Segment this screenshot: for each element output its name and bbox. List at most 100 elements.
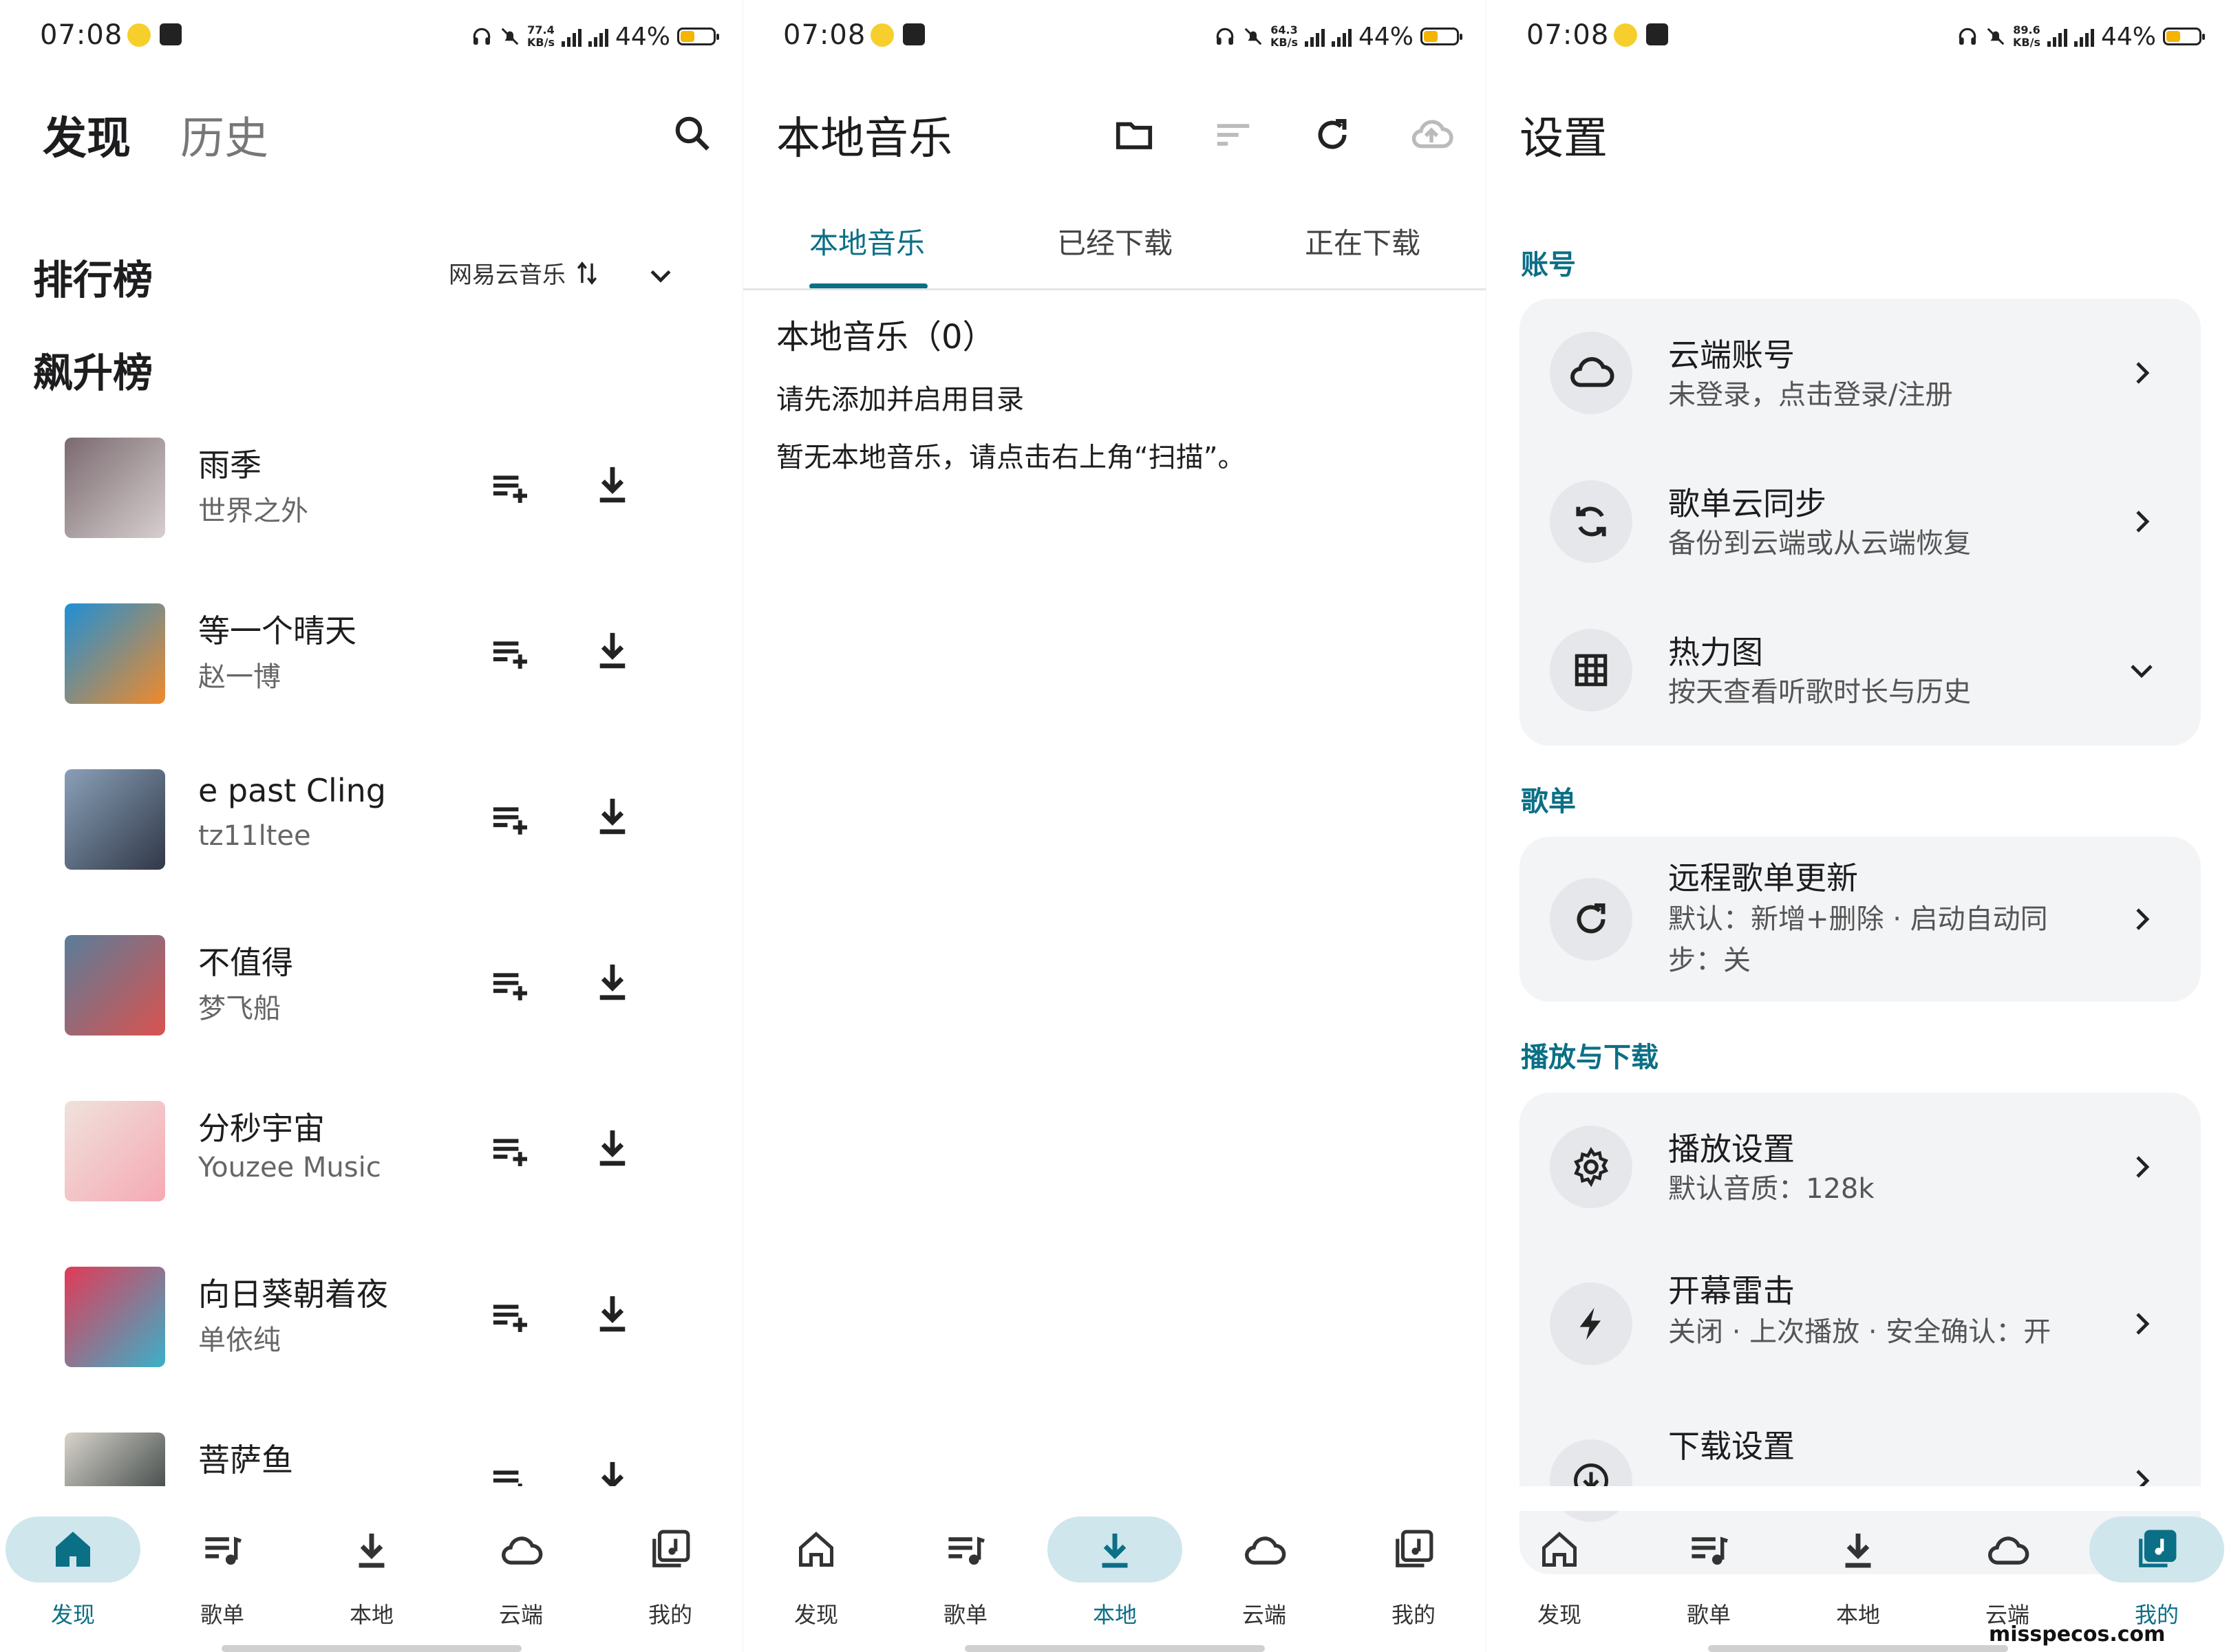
add-to-queue-icon[interactable] xyxy=(489,468,533,506)
bottom-nav: 发现 歌单 本地 云端 我的 xyxy=(743,1511,1486,1628)
download-icon[interactable] xyxy=(593,1291,632,1335)
song-list: 雨季 世界之外 等一个晴天 赵一博 e past Cling tz11ltee 不值得 梦飞船… xyxy=(0,0,743,1486)
nav-label: 发现 xyxy=(1537,1602,1581,1628)
nav-playlist[interactable]: 歌单 xyxy=(897,1516,1034,1628)
settings-row-playback[interactable]: 播放设置 默认音质：128k xyxy=(1519,1093,2201,1241)
add-to-queue-icon[interactable] xyxy=(489,1131,533,1170)
song-row[interactable]: 等一个晴天 赵一博 xyxy=(0,579,743,716)
download-icon[interactable] xyxy=(593,1457,632,1486)
song-artist: 单依纯 xyxy=(198,1324,281,1356)
refresh-icon xyxy=(1550,878,1632,961)
album-art xyxy=(65,769,165,870)
status-time: 07:08 xyxy=(783,19,866,51)
signal-sim2-icon xyxy=(2073,26,2094,47)
nav-label: 歌单 xyxy=(200,1602,244,1628)
gallery-notification-icon xyxy=(1646,23,1668,45)
row-title: 远程歌单更新 xyxy=(1668,859,1858,897)
home-icon xyxy=(4,1529,142,1570)
song-row[interactable]: 分秒宇宙 Youzee Music xyxy=(0,1076,743,1214)
tab-local-music[interactable]: 本地音乐 xyxy=(809,220,925,262)
section-playback-label: 播放与下载 xyxy=(1521,1042,1659,1073)
library-icon xyxy=(2088,1529,2226,1570)
cloud-icon xyxy=(452,1529,590,1570)
nav-download[interactable]: 本地 xyxy=(1789,1516,1927,1628)
nav-home[interactable]: 发现 xyxy=(747,1516,885,1628)
gear-icon xyxy=(1550,1126,1632,1208)
song-artist: 世界之外 xyxy=(198,495,308,527)
settings-row-heatmap[interactable]: 热力图 按天查看听歌时长与历史 xyxy=(1519,596,2201,744)
album-art xyxy=(65,935,165,1036)
tab-downloaded[interactable]: 已经下载 xyxy=(1057,220,1173,262)
discover-screen: 07:08 77.4 KB/s 44% 发现 历史 排行榜 网易云音乐 飙升榜 雨… xyxy=(0,0,743,1652)
nav-library[interactable]: 我的 xyxy=(601,1516,739,1628)
settings-row-playlist-sync[interactable]: 歌单云同步 备份到云端或从云端恢复 xyxy=(1519,447,2201,596)
headphones-icon xyxy=(1216,28,1234,45)
song-title: 分秒宇宙 xyxy=(198,1110,325,1147)
row-title: 热力图 xyxy=(1668,634,1763,671)
signal-sim2-icon xyxy=(1331,26,1352,47)
nav-cloud[interactable]: 云端 xyxy=(452,1516,590,1628)
download-icon[interactable] xyxy=(593,794,632,838)
bolt-icon xyxy=(1550,1283,1632,1365)
download-icon[interactable] xyxy=(593,462,632,506)
settings-row-remote-playlist-update[interactable]: 远程歌单更新 默认：新增+删除 · 启动自动同步：关 xyxy=(1519,837,2201,1002)
nav-library[interactable]: 我的 xyxy=(2088,1516,2226,1628)
nav-cloud[interactable]: 云端 xyxy=(1195,1516,1333,1628)
sort-button[interactable] xyxy=(1207,109,1259,161)
page-title: 设置 xyxy=(1519,114,1608,164)
download-icon xyxy=(1046,1529,1184,1570)
row-title: 下载设置 xyxy=(1668,1428,1795,1465)
cloud-upload-icon xyxy=(1411,120,1453,149)
add-to-queue-icon[interactable] xyxy=(489,634,533,672)
playlist-icon xyxy=(153,1529,291,1570)
download-icon[interactable] xyxy=(593,960,632,1004)
folder-button[interactable] xyxy=(1108,109,1160,161)
nav-playlist[interactable]: 歌单 xyxy=(1640,1516,1778,1628)
local-count-heading: 本地音乐（0） xyxy=(776,318,996,356)
song-title: e past Cling xyxy=(198,772,386,809)
playlist-card: 远程歌单更新 默认：新增+删除 · 启动自动同步：关 xyxy=(1519,837,2201,1002)
song-row[interactable]: e past Cling tz11ltee xyxy=(0,744,743,882)
chevron-right-icon xyxy=(2136,362,2150,384)
add-to-queue-icon[interactable] xyxy=(489,1297,533,1335)
nav-cloud[interactable]: 云端 xyxy=(1939,1516,2076,1628)
library-icon xyxy=(601,1529,739,1570)
nav-download[interactable]: 本地 xyxy=(303,1516,440,1628)
nav-home[interactable]: 发现 xyxy=(1491,1516,1628,1628)
row-subtitle: 默认：新增+删除 · 启动自动同步：关 xyxy=(1668,903,2048,976)
add-to-queue-icon[interactable] xyxy=(489,800,533,838)
nav-label: 云端 xyxy=(498,1602,543,1628)
scan-refresh-button[interactable] xyxy=(1306,109,1358,161)
album-art xyxy=(65,603,165,704)
song-title: 等一个晴天 xyxy=(198,612,356,650)
tab-bar: 本地音乐 已经下载 正在下载 xyxy=(743,206,1486,289)
download-icon[interactable] xyxy=(593,628,632,672)
song-artist: Youzee Music xyxy=(198,1152,381,1183)
download-icon[interactable] xyxy=(593,1126,632,1170)
folder-icon xyxy=(1116,122,1153,149)
add-to-queue-icon[interactable] xyxy=(489,1463,533,1486)
sort-icon xyxy=(1217,124,1250,146)
local-music-screen: 07:08 64.3 KB/s 44% 本地音乐 本地音乐 已经下载 正在下载 本… xyxy=(743,0,1486,1652)
tab-downloading[interactable]: 正在下载 xyxy=(1305,220,1420,262)
gallery-notification-icon xyxy=(903,23,925,45)
nav-download[interactable]: 本地 xyxy=(1046,1516,1184,1628)
mute-bell-icon xyxy=(1987,28,2005,45)
nav-playlist[interactable]: 歌单 xyxy=(153,1516,291,1628)
row-subtitle: 关闭 · 上次播放 · 安全确认：开 xyxy=(1668,1316,2051,1348)
song-row[interactable]: 不值得 梦飞船 xyxy=(0,910,743,1048)
chevron-right-icon xyxy=(2136,511,2150,533)
song-row[interactable]: 向日葵朝着夜 单依纯 xyxy=(0,1242,743,1380)
upload-button[interactable] xyxy=(1405,109,1458,161)
add-to-queue-icon[interactable] xyxy=(489,965,533,1004)
nav-library[interactable]: 我的 xyxy=(1345,1516,1482,1628)
battery-percent: 44% xyxy=(2100,22,2156,51)
song-row[interactable]: 菩萨鱼 xyxy=(0,1408,743,1486)
song-row[interactable]: 雨季 世界之外 xyxy=(0,413,743,550)
nav-home[interactable]: 发现 xyxy=(4,1516,142,1628)
nav-label: 歌单 xyxy=(1686,1602,1731,1628)
row-subtitle: 按天查看听歌时长与历史 xyxy=(1668,676,1971,708)
settings-row-cloud-account[interactable]: 云端账号 未登录，点击登录/注册 xyxy=(1519,299,2201,447)
home-icon xyxy=(1491,1529,1628,1570)
settings-row-opening-strike[interactable]: 开幕雷击 关闭 · 上次播放 · 安全确认：开 xyxy=(1519,1241,2201,1406)
